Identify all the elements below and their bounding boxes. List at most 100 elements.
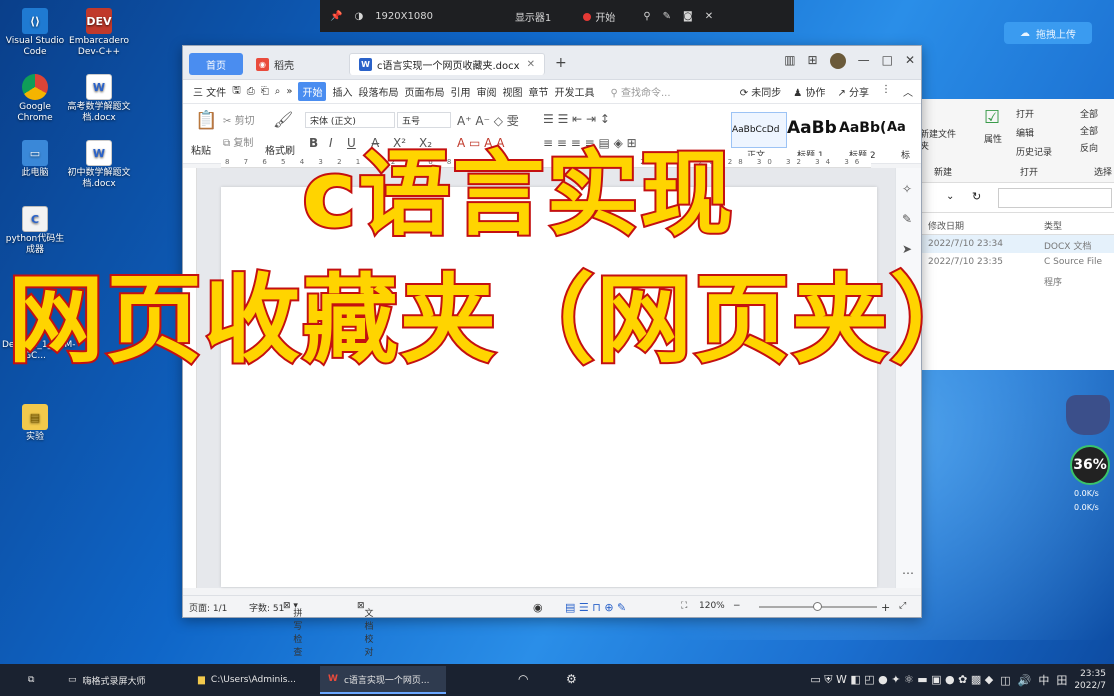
font-family-select[interactable]: 宋体 (正文) <box>305 112 395 128</box>
display-selector[interactable]: 显示器1 <box>515 9 551 24</box>
open-button[interactable]: 打开 <box>1016 107 1034 120</box>
eye-icon[interactable]: ◉ <box>533 601 543 614</box>
format-painter-icon[interactable]: 🖌 <box>273 110 293 129</box>
desktop-icon-chrome[interactable]: Google Chrome <box>2 74 68 124</box>
sync-button[interactable]: ⟳ 未同步 <box>740 84 782 99</box>
select-none-button[interactable]: 全部 <box>1080 124 1098 137</box>
wifi-icon[interactable]: ◠ <box>518 672 528 686</box>
shapes-icon[interactable]: ✧ <box>902 182 912 196</box>
grow-font-icon[interactable]: A⁺ A⁻ ◇ 雯 <box>457 112 519 129</box>
word-count[interactable]: 字数: 51 <box>249 601 284 614</box>
format-painter-button[interactable]: 格式刷 <box>265 142 295 157</box>
select-all-button[interactable]: 全部 <box>1080 107 1098 120</box>
pin-icon[interactable]: 📌 <box>330 11 342 22</box>
style-heading3[interactable]: Aa <box>887 112 911 148</box>
menu-page-layout[interactable]: 页面布局 <box>404 84 444 99</box>
list-icons[interactable]: ☰ ☰ ⇤ ⇥ ↕ <box>543 112 610 126</box>
apps-icon[interactable]: ⊞ <box>808 53 818 69</box>
task-view-button[interactable]: ⧉ <box>20 666 42 694</box>
ime-mode-icon[interactable]: 田 <box>1056 672 1067 688</box>
zoom-slider-handle[interactable] <box>813 602 822 611</box>
network-speed-widget[interactable]: 36% 0.0K/s 0.0K/s <box>1062 395 1114 523</box>
menu-chapter[interactable]: 章节 <box>528 84 548 99</box>
minimize-icon[interactable]: — <box>858 53 870 69</box>
volume-icon[interactable]: 🔊 <box>1018 674 1032 687</box>
pen-icon[interactable]: ✎ <box>663 11 671 22</box>
zoom-level[interactable]: 120% <box>699 601 725 611</box>
zoom-slider[interactable] <box>759 602 877 611</box>
paste-icon[interactable]: 📋 <box>195 110 217 131</box>
column-modified[interactable]: 修改日期 <box>928 219 964 232</box>
menu-file[interactable]: 三 文件 <box>193 84 226 99</box>
ime-indicator[interactable]: 中 <box>1038 672 1049 688</box>
taskbar-app-wps[interactable]: W c语言实现一个网页... <box>320 666 446 694</box>
invert-selection-button[interactable]: 反向 <box>1080 141 1098 154</box>
history-button[interactable]: 历史记录 <box>1016 145 1052 158</box>
column-type[interactable]: 类型 <box>1044 219 1062 232</box>
new-tab-button[interactable]: + <box>555 55 567 71</box>
preview-icon[interactable]: ⌕ <box>275 86 281 97</box>
close-window-icon[interactable]: ✕ <box>905 53 915 69</box>
avatar[interactable] <box>829 53 846 69</box>
magnifier-icon[interactable]: ⚲ <box>643 11 650 22</box>
cloud-upload-button[interactable]: ☁ 拖拽上传 <box>1004 22 1092 44</box>
save-icon[interactable]: 🖫 <box>232 83 241 100</box>
style-heading1[interactable]: AaBb <box>787 112 839 148</box>
desktop-icon-vscode[interactable]: ⟨⟩ Visual Studio Code <box>2 8 68 58</box>
desktop-icon-chuzhong-doc[interactable]: W 初中数学解题文档.docx <box>66 140 132 190</box>
tab-home[interactable]: 首页 <box>189 53 243 75</box>
layout-icon[interactable]: ▥ <box>784 53 795 69</box>
zoom-fit-icon[interactable]: ⛶ <box>681 601 687 611</box>
desktop-icon-shiyan[interactable]: ▤ 实验 <box>2 404 68 443</box>
page-view-icon[interactable]: ▤ ☰ ⊓ ⊕ ✎ <box>565 601 626 614</box>
refresh-icon[interactable]: ↻ <box>972 190 981 203</box>
file-row[interactable]: 2022/7/10 23:34 DOCX 文档 <box>916 235 1114 253</box>
menu-reference[interactable]: 引用 <box>450 84 470 99</box>
maximize-icon[interactable]: □ <box>882 53 893 69</box>
font-size-select[interactable]: 五号 <box>397 112 451 128</box>
explorer-search-box[interactable] <box>998 188 1112 208</box>
tab-daoke[interactable]: ◉ 稻壳 <box>247 53 339 75</box>
pointer-icon[interactable]: ➤ <box>902 242 912 256</box>
properties-button[interactable]: 属性 <box>984 132 1002 145</box>
export-icon[interactable]: ⎙ <box>247 86 255 97</box>
edit-button[interactable]: 编辑 <box>1016 126 1034 139</box>
network-icon[interactable]: ◫ <box>1000 674 1010 687</box>
desktop-icon-gaokao-doc[interactable]: W 高考数学解题文档.docx <box>66 74 132 124</box>
share-button[interactable]: ↗ 分享 <box>837 84 869 99</box>
tray-app-icons[interactable]: ▭ ⛨ W ◧ ◰ ● ✦ ⚛ ▬ ▣ ● ✿ ▩ ◆ <box>810 673 993 687</box>
taskbar-app-explorer[interactable]: ▆ C:\Users\Adminis... <box>190 666 316 694</box>
close-icon[interactable]: ✕ <box>705 11 713 22</box>
menu-review[interactable]: 审阅 <box>476 84 496 99</box>
style-heading2[interactable]: AaBb( <box>839 112 887 148</box>
new-folder-button[interactable]: 新建文件夹 <box>920 129 956 153</box>
collapse-ribbon-icon[interactable]: ︿ <box>903 84 913 99</box>
paste-button[interactable]: 粘贴 <box>191 142 211 157</box>
spell-check-button[interactable]: ⊠ 拼写检查 ▾ <box>283 601 302 658</box>
zoom-out-icon[interactable]: − <box>733 601 741 611</box>
pen-tool-icon[interactable]: ✎ <box>902 212 912 226</box>
desktop-icon-devcpp[interactable]: DEV Embarcadero Dev-C++ <box>66 8 132 58</box>
tab-document[interactable]: W c语言实现一个网页收藏夹.docx ✕ <box>349 53 545 75</box>
desktop-icon-python-gen[interactable]: C python代码生成器 <box>2 206 68 256</box>
copy-button[interactable]: ⧉ 复制 <box>223 134 253 149</box>
cut-button[interactable]: ✂ 剪切 <box>223 112 255 127</box>
menu-start[interactable]: 开始 <box>298 82 327 101</box>
close-tab-icon[interactable]: ✕ <box>527 59 535 70</box>
menu-insert[interactable]: 插入 <box>332 84 352 99</box>
contrast-icon[interactable]: ◑ <box>354 11 363 22</box>
command-search[interactable]: ⚲ 查找命令... <box>610 84 670 99</box>
zoom-in-icon[interactable]: + <box>881 601 890 614</box>
proofread-button[interactable]: ⊠ 文档校对 <box>357 601 374 658</box>
more-icon[interactable]: » <box>286 86 292 97</box>
menu-view[interactable]: 视图 <box>502 84 522 99</box>
record-button[interactable]: 开始 <box>583 9 615 24</box>
more-side-icon[interactable]: ⋯ <box>902 566 914 580</box>
more-menu-icon[interactable]: ⋮ <box>881 84 891 99</box>
desktop-icon-this-pc[interactable]: ▭ 此电脑 <box>2 140 68 179</box>
menu-paragraph-layout[interactable]: 段落布局 <box>358 84 398 99</box>
style-normal[interactable]: AaBbCcDd <box>731 112 787 148</box>
clock[interactable]: 23:35 2022/7 <box>1074 668 1106 692</box>
chevron-down-icon[interactable]: ⌄ <box>946 191 954 202</box>
print-icon[interactable]: ⎗ <box>261 86 269 97</box>
